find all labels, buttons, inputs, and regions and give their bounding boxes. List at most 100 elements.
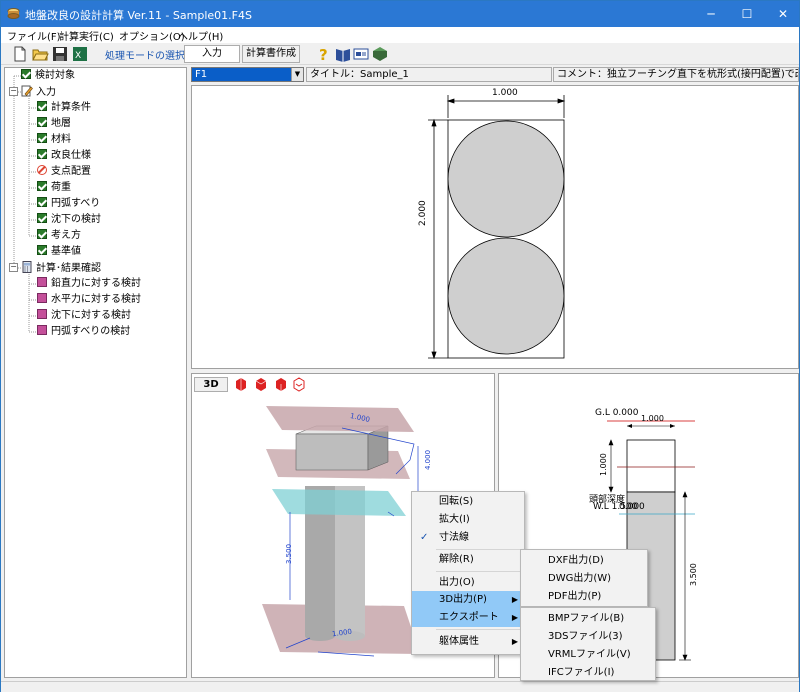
help-icon[interactable]: ? (315, 45, 333, 63)
plan-view-pane[interactable]: 1.000 2.000 (191, 85, 799, 369)
menu-item-bmp[interactable]: BMPファイル(B) (521, 610, 655, 628)
submenu-arrow-icon: ▶ (511, 613, 518, 622)
menu-item-dimension-lines[interactable]: ✓ 寸法線 (412, 529, 524, 547)
tree-item-approach[interactable]: 考え方 (37, 229, 81, 244)
new-file-icon[interactable] (11, 45, 29, 63)
3d-dim-pile: 3.500 (285, 543, 293, 564)
pencil-document-icon (21, 85, 33, 97)
chevron-down-icon[interactable]: ▼ (291, 68, 303, 81)
menu-item-body-attributes[interactable]: 躯体属性 ▶ (412, 633, 524, 651)
check-icon (37, 117, 47, 127)
tree-item-circular-slip[interactable]: 円弧すべり (37, 197, 100, 212)
tree-item-target[interactable]: 検討対象 (21, 69, 75, 84)
menu-item-output[interactable]: 出力(O) (412, 574, 524, 592)
tree-group-result[interactable]: 計算･結果確認 (21, 261, 101, 276)
side-dim-top: 1.000 (641, 414, 664, 423)
view-cube-icons (236, 377, 305, 392)
check-icon (37, 181, 47, 191)
tree-item-vertical-check[interactable]: 鉛直力に対する検討 (37, 277, 141, 292)
check-icon (37, 245, 47, 255)
menu-item-rotate[interactable]: 回転(S) (412, 493, 524, 511)
menu-item-pdf[interactable]: PDF出力(P) (521, 588, 647, 606)
toolbar: X 処理モードの選択 入力 計算書作成 ? (1, 43, 799, 65)
tree-item-settlement[interactable]: 沈下の検討 (37, 213, 101, 228)
3d-view-button[interactable]: 3D (194, 377, 228, 392)
window-title: 地盤改良の設計計算 Ver.11 - Sample01.F4S (25, 9, 252, 22)
navigation-tree: − − 検討対象 入力 計算条件 地層 材料 改良仕様 支点配置 荷重 円弧すべ… (4, 67, 187, 678)
check-icon (37, 229, 47, 239)
maximize-button[interactable]: ☐ (729, 1, 765, 27)
tree-item-support-layout[interactable]: 支点配置 (37, 165, 91, 180)
tree-group-input[interactable]: 入力 (21, 85, 56, 100)
submenu-arrow-icon: ▶ (511, 595, 518, 604)
plan-view-drawing (428, 95, 566, 360)
menu-item-release[interactable]: 解除(R) (412, 551, 524, 569)
comment-field: コメント：独立フーチング直下を杭形式(接円配置)で改良( (553, 67, 799, 82)
3d-dim-side: 4.000 (424, 449, 432, 470)
menu-item-3ds[interactable]: 3DSファイル(3) (521, 628, 655, 646)
menu-item-vrml[interactable]: VRMLファイル(V) (521, 646, 655, 664)
app-icon (7, 8, 20, 19)
book-icon[interactable] (334, 45, 352, 63)
check-icon (37, 213, 47, 223)
tree-item-horizontal-check[interactable]: 水平力に対する検討 (37, 293, 141, 308)
menu-help[interactable]: ヘルプ(H) (178, 28, 223, 43)
close-button[interactable]: ✕ (765, 1, 800, 27)
plan-dim-width: 1.000 (492, 88, 518, 98)
application-window: 地盤改良の設計計算 Ver.11 - Sample01.F4S ─ ☐ ✕ ファ… (0, 0, 800, 692)
report-create-button[interactable]: 計算書作成 (242, 45, 300, 63)
mode-select-label: 処理モードの選択 (105, 51, 185, 62)
menu-item-dwg[interactable]: DWG出力(W) (521, 570, 647, 588)
result-box-icon (37, 309, 47, 319)
menu-calc[interactable]: 計算実行(C) (59, 28, 114, 43)
calculator-icon (22, 261, 32, 273)
check-icon (37, 149, 47, 159)
menu-item-zoom[interactable]: 拡大(I) (412, 511, 524, 529)
checkmark-icon: ✓ (420, 532, 429, 543)
pile-circle-bottom (447, 237, 565, 355)
check-icon (37, 101, 47, 111)
view-cube-front-icon (236, 378, 246, 391)
menu-separator (436, 549, 522, 550)
title-bar: 地盤改良の設計計算 Ver.11 - Sample01.F4S ─ ☐ ✕ (1, 1, 799, 27)
tree-item-material[interactable]: 材料 (37, 133, 71, 148)
result-box-icon (37, 277, 47, 287)
side-dim-pile: 3.500 (689, 563, 698, 586)
menu-file[interactable]: ファイル(F) (7, 28, 61, 43)
footing-select[interactable]: F1 ▼ (191, 67, 304, 82)
menu-item-export[interactable]: エクスポート ▶ (412, 609, 524, 627)
tree-item-improvement-spec[interactable]: 改良仕様 (37, 149, 91, 164)
check-icon (21, 69, 31, 79)
submenu-arrow-icon: ▶ (511, 637, 518, 646)
head-depth-value: 0.000 (619, 502, 645, 512)
result-box-icon (37, 293, 47, 303)
menu-item-ifc[interactable]: IFCファイル(I) (521, 664, 655, 682)
prohibited-icon (37, 165, 47, 175)
tree-item-settlement-check[interactable]: 沈下に対する検討 (37, 309, 131, 324)
gl-label: G.L 0.000 (595, 408, 639, 418)
side-dim-depth: 1.000 (599, 453, 608, 476)
plan-dim-height: 2.000 (418, 200, 428, 226)
excel-export-icon[interactable]: X (71, 45, 89, 63)
check-icon (37, 197, 47, 207)
svg-text:X: X (75, 51, 81, 61)
tree-item-load[interactable]: 荷重 (37, 181, 71, 196)
tree-item-calc-conditions[interactable]: 計算条件 (37, 101, 91, 116)
menu-item-3d-output[interactable]: 3D出力(P) ▶ (412, 591, 524, 609)
title-field: タイトル：Sample_1 (306, 67, 552, 82)
input-mode-button[interactable]: 入力 (184, 45, 240, 63)
open-folder-icon[interactable] (31, 45, 49, 63)
tree-item-slip-check[interactable]: 円弧すべりの検討 (37, 325, 130, 340)
tree-item-strata[interactable]: 地層 (37, 117, 71, 132)
save-icon[interactable] (51, 45, 69, 63)
menu-separator (436, 571, 522, 572)
menu-option[interactable]: オプション(O) (119, 28, 185, 43)
support-icon[interactable] (371, 45, 389, 63)
tree-item-standard-values[interactable]: 基準値 (37, 245, 81, 260)
collapse-input-toggle[interactable]: − (9, 87, 18, 96)
product-info-icon[interactable] (352, 45, 370, 63)
collapse-result-toggle[interactable]: − (9, 263, 18, 272)
menu-bar: ファイル(F) 計算実行(C) オプション(O) ヘルプ(H) (1, 27, 799, 43)
menu-item-dxf[interactable]: DXF出力(D) (521, 552, 647, 570)
minimize-button[interactable]: ─ (693, 1, 729, 27)
